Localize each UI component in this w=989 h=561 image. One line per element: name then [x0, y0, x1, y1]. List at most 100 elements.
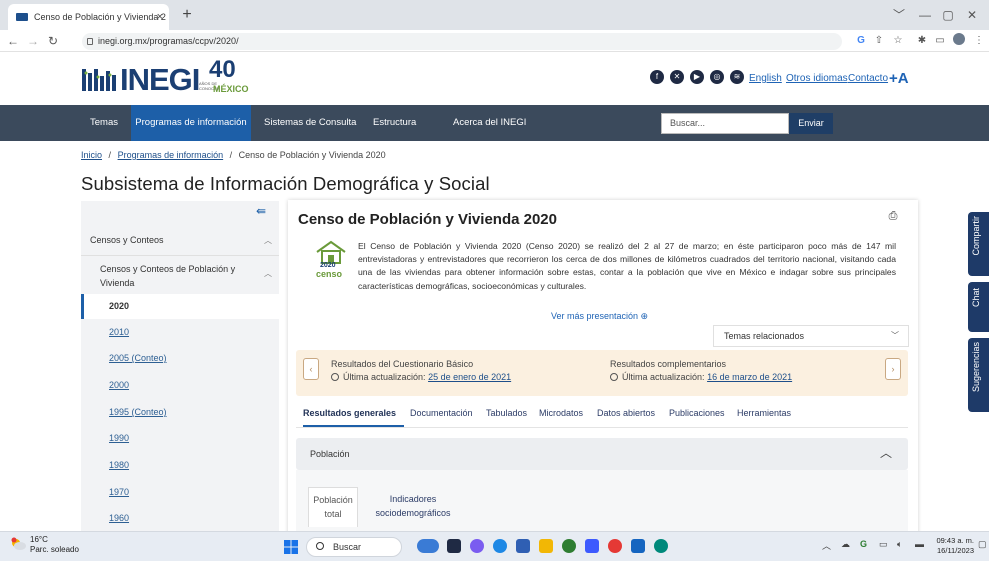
- notifications-icon[interactable]: ▢: [978, 539, 987, 550]
- tab-publicaciones[interactable]: Publicaciones: [669, 408, 725, 418]
- extensions-icon[interactable]: ✱: [914, 30, 930, 52]
- nav-sistemas-consulta[interactable]: Sistemas de Consulta: [264, 105, 356, 141]
- clock-icon: [610, 373, 618, 381]
- windows-start-icon[interactable]: [284, 540, 298, 554]
- close-tab-icon[interactable]: ×: [157, 4, 163, 30]
- x-icon[interactable]: ✕: [670, 70, 684, 84]
- share-icon[interactable]: ⇧: [871, 30, 887, 52]
- app-icon[interactable]: [562, 539, 576, 553]
- inegi-logo-text[interactable]: INEGI: [120, 64, 200, 96]
- new-tab-button[interactable]: +: [176, 3, 198, 27]
- chevron-up-icon[interactable]: ︿: [264, 268, 272, 279]
- sidebar-item-1970[interactable]: 1970: [109, 487, 129, 497]
- taskbar-search[interactable]: Buscar: [306, 537, 402, 557]
- search-submit-button[interactable]: Enviar: [789, 113, 833, 134]
- partly-sunny-icon[interactable]: [10, 537, 26, 551]
- chrome-icon[interactable]: [608, 539, 622, 553]
- tray-chevron-icon[interactable]: ︿: [822, 539, 831, 552]
- teams-icon[interactable]: [470, 539, 484, 553]
- sidebar-item-2010[interactable]: 2010: [109, 327, 129, 337]
- nav-temas[interactable]: Temas: [90, 105, 118, 141]
- volume-icon[interactable]: 🔈︎: [897, 539, 902, 550]
- edge-icon[interactable]: [493, 539, 507, 553]
- anniversary-country: MÉXICO: [213, 84, 249, 94]
- sidepanel-icon[interactable]: ▭: [932, 30, 948, 52]
- taskbar-clock[interactable]: 09:43 a. m. 16/11/2023: [936, 536, 974, 556]
- tab-microdatos[interactable]: Microdatos: [539, 408, 583, 418]
- rss-icon[interactable]: ≋: [730, 70, 744, 84]
- sidebar-item-label: 2020: [109, 301, 130, 311]
- ver-mas-presentacion-link[interactable]: Ver más presentación ⊕: [551, 311, 648, 322]
- browser-tab-title: Censo de Población y Vivienda 2: [34, 12, 166, 22]
- tab-resultados-generales[interactable]: Resultados generales: [303, 408, 396, 418]
- sidebar-item-1960[interactable]: 1960: [109, 513, 129, 523]
- back-icon[interactable]: ←: [4, 30, 22, 52]
- inegi-favicon-icon: [16, 13, 28, 21]
- google-drive-icon[interactable]: G: [860, 539, 867, 549]
- results-complementary-date-link[interactable]: 16 de marzo de 2021: [707, 372, 792, 382]
- nav-programas[interactable]: Programas de información: [131, 105, 251, 141]
- star-icon[interactable]: ☆: [890, 30, 906, 52]
- outlook-icon[interactable]: [631, 539, 645, 553]
- nav-acerca[interactable]: Acerca del INEGI: [453, 105, 526, 141]
- cloud-icon[interactable]: ☁: [841, 539, 850, 550]
- close-window-button[interactable]: ✕: [957, 3, 987, 27]
- sidebar-section-censos[interactable]: Censos y Conteos: [90, 235, 164, 245]
- poblacion-accordion[interactable]: [296, 438, 908, 470]
- nav-estructura[interactable]: Estructura: [373, 105, 416, 141]
- collapse-sidebar-icon[interactable]: ⇚: [253, 203, 269, 219]
- sidebar-item-2005[interactable]: 2005 (Conteo): [109, 353, 167, 363]
- chat-widget[interactable]: Chat: [968, 282, 989, 332]
- browser-tab[interactable]: Censo de Población y Vivienda 2 ×: [8, 4, 169, 30]
- breadcrumb-inicio[interactable]: Inicio: [81, 150, 102, 160]
- address-bar[interactable]: inegi.org.mx/programas/ccpv/2020/: [82, 33, 842, 50]
- store-icon[interactable]: [516, 539, 530, 553]
- sidebar-item-2000[interactable]: 2000: [109, 380, 129, 390]
- battery-icon[interactable]: ▬: [915, 539, 924, 549]
- reload-icon[interactable]: ↻: [44, 30, 62, 52]
- facebook-icon[interactable]: f: [650, 70, 664, 84]
- instagram-icon[interactable]: ◎: [710, 70, 724, 84]
- contacto-link[interactable]: Contacto: [848, 73, 888, 84]
- sidebar-item-1980[interactable]: 1980: [109, 460, 129, 470]
- results-next-button[interactable]: ›: [885, 358, 901, 380]
- search-input[interactable]: Buscar...: [661, 113, 789, 134]
- temas-relacionados-dropdown[interactable]: Temas relacionados ﹀: [713, 325, 909, 347]
- google-icon[interactable]: G: [853, 30, 869, 52]
- results-prev-button[interactable]: ‹: [303, 358, 319, 380]
- sidebar-item-1990[interactable]: 1990: [109, 433, 129, 443]
- otros-idiomas-link[interactable]: Otros idiomas: [786, 73, 848, 84]
- display-icon[interactable]: ▭: [879, 539, 888, 550]
- subtab-line: Población: [313, 495, 353, 505]
- forward-icon[interactable]: →: [24, 30, 42, 52]
- compartir-widget[interactable]: Compartir: [968, 212, 989, 276]
- inegi-logo-icon[interactable]: [82, 67, 124, 93]
- weather-widget[interactable]: 16°C Parc. soleado: [30, 535, 79, 555]
- subtab-poblacion-total[interactable]: Población total: [308, 487, 358, 527]
- chevron-up-icon[interactable]: ︿: [264, 235, 272, 246]
- house-icon: [316, 240, 346, 264]
- widgets-app-icon[interactable]: [417, 539, 439, 553]
- tab-datos-abiertos[interactable]: Datos abiertos: [597, 408, 655, 418]
- file-explorer-icon[interactable]: [447, 539, 461, 553]
- app-icon[interactable]: [654, 539, 668, 553]
- english-link[interactable]: English: [749, 73, 782, 84]
- tab-herramientas[interactable]: Herramientas: [737, 408, 791, 418]
- folder-icon[interactable]: [539, 539, 553, 553]
- sidebar-subsection[interactable]: Censos y Conteos de Población y Vivienda: [100, 262, 235, 290]
- youtube-icon[interactable]: ▶: [690, 70, 704, 84]
- tab-tabulados[interactable]: Tabulados: [486, 408, 527, 418]
- increase-font-button[interactable]: +A: [889, 70, 909, 87]
- chevron-up-icon[interactable]: ︿: [880, 444, 892, 461]
- profile-icon[interactable]: [951, 30, 967, 52]
- breadcrumb-programas[interactable]: Programas de información: [118, 150, 224, 160]
- tab-documentacion[interactable]: Documentación: [410, 408, 473, 418]
- page-title: Subsistema de Información Demográfica y …: [81, 173, 490, 194]
- menu-icon[interactable]: ⋮: [971, 30, 987, 52]
- sugerencias-widget[interactable]: Sugerencias: [968, 338, 989, 412]
- notes-icon[interactable]: [585, 539, 599, 553]
- results-basic-date-link[interactable]: 25 de enero de 2021: [428, 372, 511, 382]
- print-icon[interactable]: ⎙: [886, 209, 900, 223]
- subtab-indicadores[interactable]: Indicadores sociodemográficos: [368, 492, 458, 520]
- sidebar-item-1995[interactable]: 1995 (Conteo): [109, 407, 167, 417]
